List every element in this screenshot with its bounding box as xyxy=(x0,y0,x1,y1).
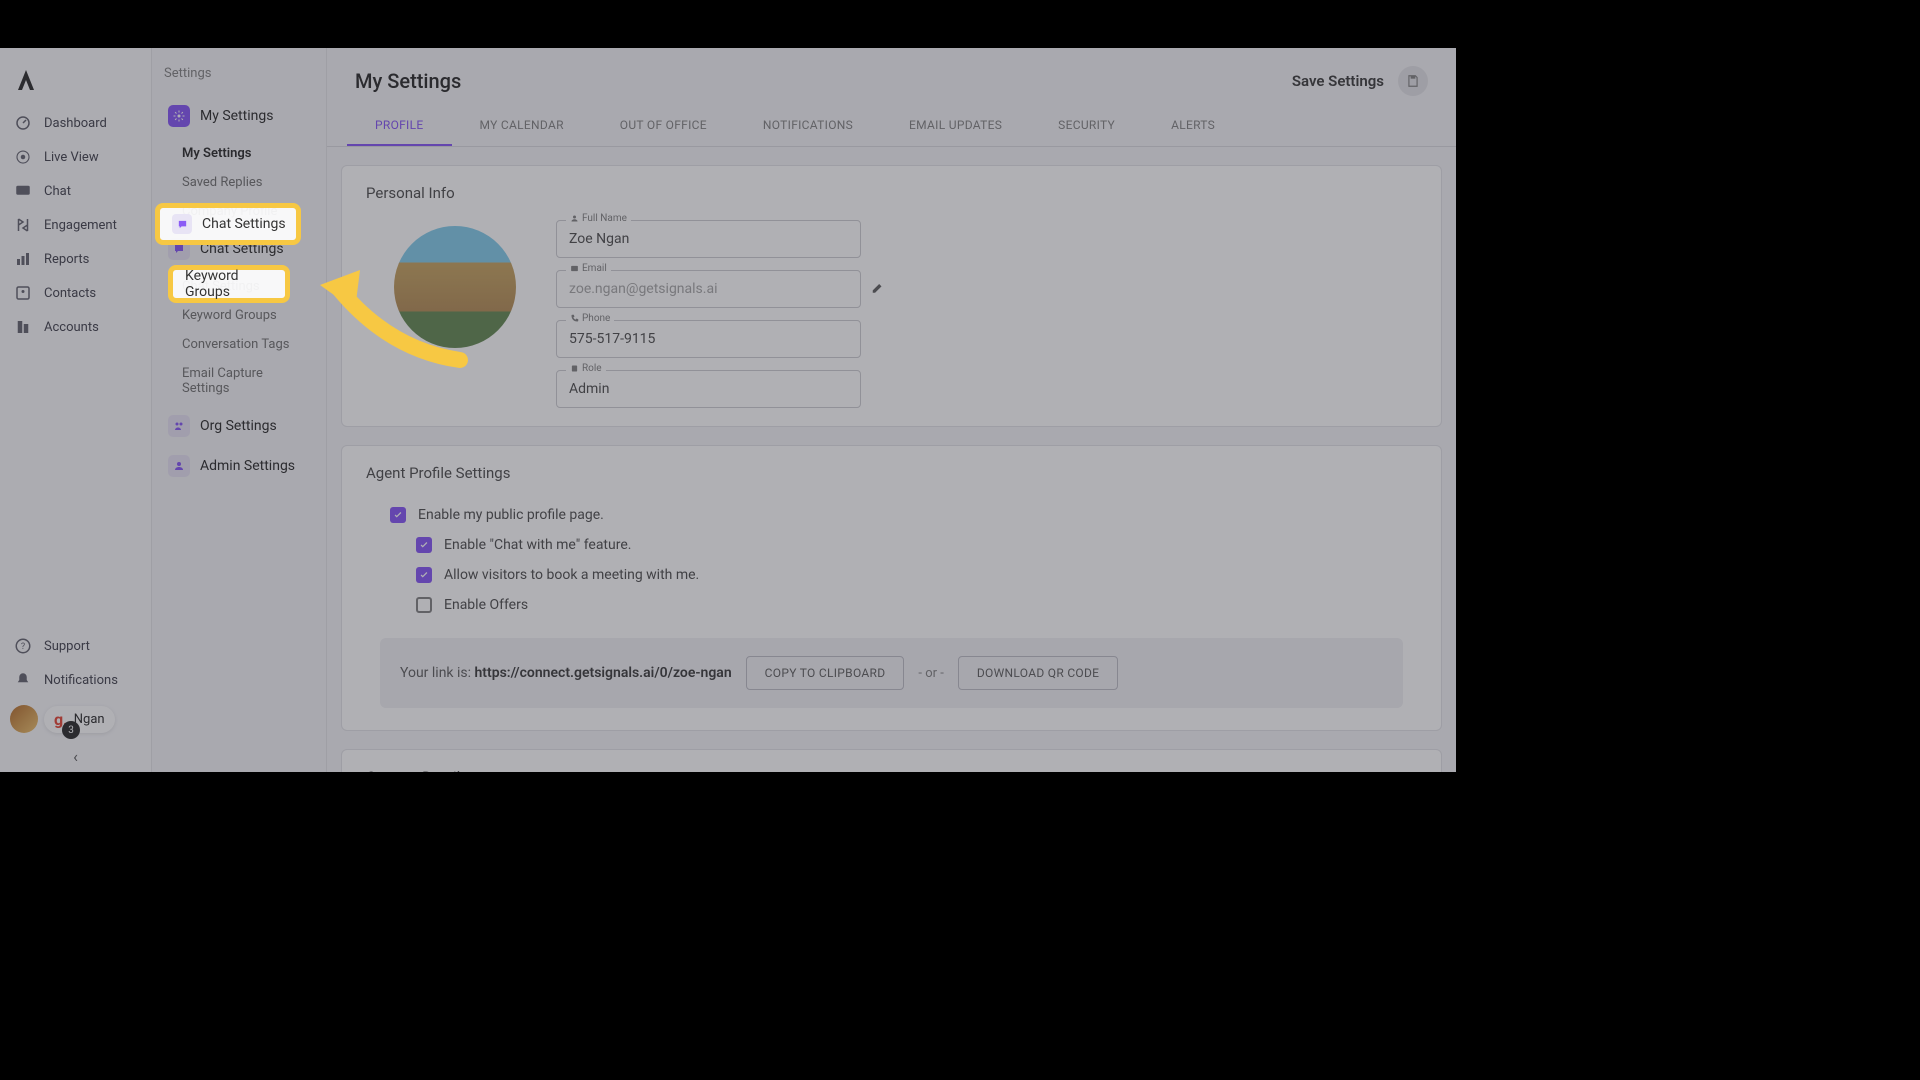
highlight-label: Keyword Groups xyxy=(185,268,285,300)
download-qr-button[interactable]: DOWNLOAD QR CODE xyxy=(958,656,1118,690)
notification-badge: 3 xyxy=(62,721,80,739)
field-label: Phone xyxy=(582,313,610,324)
sidebar-sub-mysettings[interactable]: My Settings xyxy=(164,139,314,168)
nav-reports[interactable]: Reports xyxy=(0,242,151,276)
sidebar-group-orgsettings[interactable]: Org Settings xyxy=(164,409,314,443)
nav-engagement[interactable]: Engagement xyxy=(0,208,151,242)
admin-icon xyxy=(168,455,190,477)
or-separator: - or - xyxy=(918,666,943,681)
highlight-keyword-groups: Keyword Groups xyxy=(168,265,290,303)
avatar xyxy=(10,705,38,733)
sidebar-item-label: My Settings xyxy=(200,108,273,124)
nav-liveview[interactable]: Live View xyxy=(0,140,151,174)
checkbox-chat-with-me[interactable]: Enable "Chat with me" feature. xyxy=(366,530,1417,560)
app-logo-icon xyxy=(14,68,38,92)
tab-outofoffice[interactable]: OUT OF OFFICE xyxy=(592,106,735,146)
nav-user[interactable]: g.Ngan 3 xyxy=(0,697,151,741)
left-nav: Dashboard Live View Chat Engagement Repo… xyxy=(0,48,152,772)
sidebar-sub-conversationtags[interactable]: Conversation Tags xyxy=(164,330,314,359)
chat-icon xyxy=(172,214,192,234)
tab-notifications[interactable]: NOTIFICATIONS xyxy=(735,106,881,146)
sidebar-sub-keywordgroups[interactable]: Keyword Groups xyxy=(164,301,314,330)
field-label: Role xyxy=(582,363,602,374)
tabs: PROFILE MY CALENDAR OUT OF OFFICE NOTIFI… xyxy=(327,106,1456,147)
nav-dashboard[interactable]: Dashboard xyxy=(0,106,151,140)
profile-link-box: Your link is: https://connect.getsignals… xyxy=(380,638,1403,708)
nav-accounts[interactable]: Accounts xyxy=(0,310,151,344)
highlight-chat-settings: Chat Settings xyxy=(155,203,301,245)
save-settings-label: Save Settings xyxy=(1292,72,1384,90)
nav-label: Dashboard xyxy=(44,116,107,131)
nav-chat[interactable]: Chat xyxy=(0,174,151,208)
nav-label: Chat xyxy=(44,184,71,199)
copy-clipboard-button[interactable]: COPY TO CLIPBOARD xyxy=(746,656,905,690)
nav-label: Reports xyxy=(44,252,89,267)
gear-icon xyxy=(168,105,190,127)
nav-label: Support xyxy=(44,639,90,654)
collapse-nav-button[interactable]: ‹ xyxy=(0,741,151,772)
save-button[interactable] xyxy=(1398,66,1428,96)
edit-email-button[interactable] xyxy=(871,280,885,299)
card-title: Personal Info xyxy=(366,184,1417,202)
tab-security[interactable]: SECURITY xyxy=(1030,106,1143,146)
card-title: Agent Profile Settings xyxy=(366,464,1417,482)
nav-label: Live View xyxy=(44,150,99,165)
role-field[interactable] xyxy=(556,370,861,408)
link-text: Your link is: https://connect.getsignals… xyxy=(400,665,732,681)
checkbox-public-profile[interactable]: Enable my public profile page. xyxy=(366,500,1417,530)
contact-details-card: Contact Details Personal Bio Social Medi… xyxy=(341,749,1442,772)
checkbox-book-meeting[interactable]: Allow visitors to book a meeting with me… xyxy=(366,560,1417,590)
settings-sidebar: Settings My Settings My Settings Saved R… xyxy=(152,48,327,772)
sidebar-sub-emailcapture[interactable]: Email Capture Settings xyxy=(164,359,314,403)
nav-contacts[interactable]: Contacts xyxy=(0,276,151,310)
nav-label: Accounts xyxy=(44,320,99,335)
nav-label: Engagement xyxy=(44,218,117,233)
field-label: Email xyxy=(582,263,607,274)
tab-emailupdates[interactable]: EMAIL UPDATES xyxy=(881,106,1030,146)
breadcrumb: Settings xyxy=(164,66,314,81)
sidebar-item-label: Org Settings xyxy=(200,418,277,434)
cb-label: Enable my public profile page. xyxy=(418,507,604,523)
tab-alerts[interactable]: ALERTS xyxy=(1143,106,1243,146)
checkbox-enable-offers[interactable]: Enable Offers xyxy=(366,590,1417,620)
nav-label: Contacts xyxy=(44,286,96,301)
full-name-field[interactable] xyxy=(556,220,861,258)
arrow-annotation-icon xyxy=(310,250,470,370)
phone-field[interactable] xyxy=(556,320,861,358)
sidebar-item-label: Admin Settings xyxy=(200,458,295,474)
main-content: My Settings Save Settings PROFILE MY CAL… xyxy=(327,48,1456,772)
cb-label: Enable Offers xyxy=(444,597,528,613)
tab-calendar[interactable]: MY CALENDAR xyxy=(452,106,592,146)
svg-text:?: ? xyxy=(21,642,25,652)
highlight-label: Chat Settings xyxy=(202,216,286,232)
org-icon xyxy=(168,415,190,437)
sidebar-group-mysettings[interactable]: My Settings xyxy=(164,99,314,133)
sidebar-sub-savedreplies[interactable]: Saved Replies xyxy=(164,168,314,197)
page-title: My Settings xyxy=(355,69,461,93)
personal-info-card: Personal Info Full Name Email Phone xyxy=(341,165,1442,427)
nav-notifications[interactable]: Notifications xyxy=(0,663,151,697)
field-label: Full Name xyxy=(582,213,627,224)
cb-label: Allow visitors to book a meeting with me… xyxy=(444,567,699,583)
nav-support[interactable]: ? Support xyxy=(0,629,151,663)
nav-label: Notifications xyxy=(44,673,118,688)
tab-profile[interactable]: PROFILE xyxy=(347,106,452,146)
sidebar-group-adminsettings[interactable]: Admin Settings xyxy=(164,449,314,483)
agent-profile-card: Agent Profile Settings Enable my public … xyxy=(341,445,1442,731)
cb-label: Enable "Chat with me" feature. xyxy=(444,537,631,553)
card-title: Contact Details xyxy=(366,768,1417,772)
email-field xyxy=(556,270,861,308)
